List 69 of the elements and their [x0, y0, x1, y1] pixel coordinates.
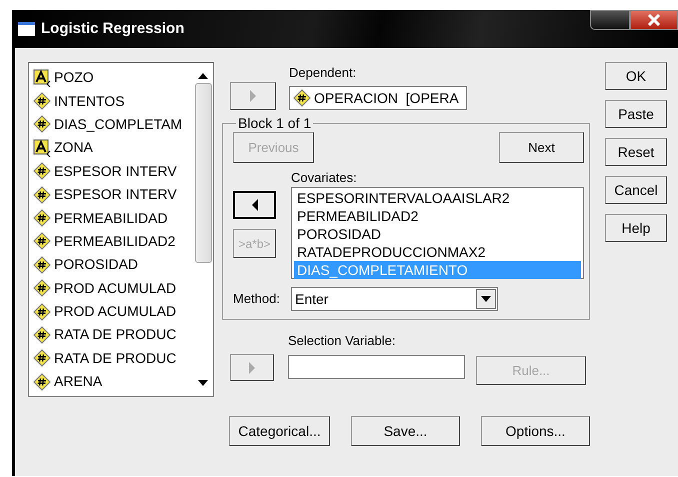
dialog-button[interactable]: Options...: [481, 416, 590, 446]
window-title: Logistic Regression: [41, 18, 184, 39]
numeric-variable-icon: [33, 115, 51, 134]
numeric-variable-icon: [33, 302, 51, 321]
method-value: Enter: [294, 290, 330, 308]
close-icon: [646, 14, 662, 26]
variable-item[interactable]: RATA DE PRODUC: [54, 348, 176, 369]
dialog-button[interactable]: OK: [605, 62, 667, 90]
right-arrow-icon: [249, 362, 255, 374]
numeric-variable-icon: [33, 209, 51, 228]
selection-variable-field[interactable]: [288, 355, 465, 379]
variable-item[interactable]: ZONA: [54, 137, 93, 158]
minimize-button[interactable]: [590, 10, 630, 30]
move-right-button[interactable]: [230, 354, 274, 381]
move-left-button[interactable]: [233, 191, 276, 219]
dialog-button[interactable]: Cancel: [605, 176, 667, 204]
dependent-field[interactable]: OPERACION [OPERA: [289, 86, 467, 110]
caret-icon: [481, 296, 491, 302]
scroll-up-icon[interactable]: [198, 73, 208, 79]
variable-list[interactable]: POZO INTENTOS DIAS_COMPLETAM ZONA ESPESOR INTERV ESPESOR INTERV PERMEABILIDAD PERMEABILIDAD2 POROSIDAD PROD ACUMULAD PROD ACUMULAD RATA DE PRODUC RATA DE PRODUC ARENA: [28, 62, 214, 397]
window-icon: [18, 22, 35, 36]
variable-item[interactable]: ESPESOR INTERV: [54, 184, 177, 206]
scroll-down-icon[interactable]: [198, 380, 208, 386]
next-button[interactable]: Next: [499, 132, 584, 163]
numeric-variable-icon: [33, 279, 51, 298]
string-variable-icon: [33, 138, 51, 157]
covariates-label: Covariates:: [291, 169, 358, 187]
dependent-label: Dependent:: [289, 64, 358, 82]
numeric-variable-icon: [33, 186, 51, 204]
method-label: Method:: [233, 290, 281, 308]
variable-item[interactable]: INTENTOS: [54, 90, 125, 112]
dialog-button[interactable]: Paste: [605, 100, 667, 128]
covariate-item[interactable]: RATADEPRODUCCIONMAX2: [294, 243, 581, 261]
numeric-variable-icon: [293, 89, 311, 107]
move-right-button[interactable]: [230, 82, 276, 110]
numeric-variable-icon: [33, 92, 51, 110]
scrollbar-thumb[interactable]: [194, 83, 212, 263]
string-variable-icon: [33, 68, 51, 87]
numeric-variable-icon: [33, 326, 51, 344]
variable-item[interactable]: PROD ACUMULAD: [54, 301, 176, 322]
block-label: Block 1 of 1: [237, 116, 312, 130]
dialog-button[interactable]: Categorical...: [229, 416, 330, 446]
left-arrow-icon: [252, 199, 258, 211]
variable-item[interactable]: ARENA: [54, 371, 102, 392]
variable-item[interactable]: PROD ACUMULAD: [54, 278, 176, 299]
dependent-value: OPERACION [OPERA: [314, 88, 459, 108]
covariate-item[interactable]: ESPESORINTERVALOAAISLAR2: [294, 189, 581, 207]
numeric-variable-icon: [33, 162, 51, 180]
selection-variable-label: Selection Variable:: [288, 332, 396, 350]
method-dropdown[interactable]: Enter: [291, 287, 498, 311]
numeric-variable-icon: [33, 372, 51, 391]
variable-item[interactable]: PERMEABILIDAD2: [54, 230, 176, 252]
variable-item[interactable]: POROSIDAD: [54, 254, 138, 276]
dialog-button[interactable]: Reset: [605, 138, 667, 166]
variable-item[interactable]: POZO: [54, 67, 94, 88]
variable-item[interactable]: ESPESOR INTERV: [54, 160, 177, 182]
covariates-list[interactable]: ESPESORINTERVALOAAISLAR2 PERMEABILIDAD2 POROSIDAD RATADEPRODUCCIONMAX2 DIAS_COMPLETAMIENTO: [291, 187, 584, 279]
numeric-variable-icon: [33, 232, 51, 250]
numeric-variable-icon: [33, 349, 51, 368]
numeric-variable-icon: [33, 256, 51, 274]
right-arrow-icon: [250, 90, 256, 102]
dialog-button[interactable]: Help: [605, 214, 667, 242]
variable-item[interactable]: DIAS_COMPLETAM: [54, 114, 182, 135]
variable-item[interactable]: PERMEABILIDAD: [54, 208, 168, 229]
covariate-item[interactable]: POROSIDAD: [294, 225, 581, 243]
covariate-item[interactable]: PERMEABILIDAD2: [294, 207, 581, 225]
close-button[interactable]: [630, 10, 678, 30]
dialog-button[interactable]: Save...: [351, 416, 460, 446]
variable-item[interactable]: RATA DE PRODUC: [54, 324, 176, 346]
